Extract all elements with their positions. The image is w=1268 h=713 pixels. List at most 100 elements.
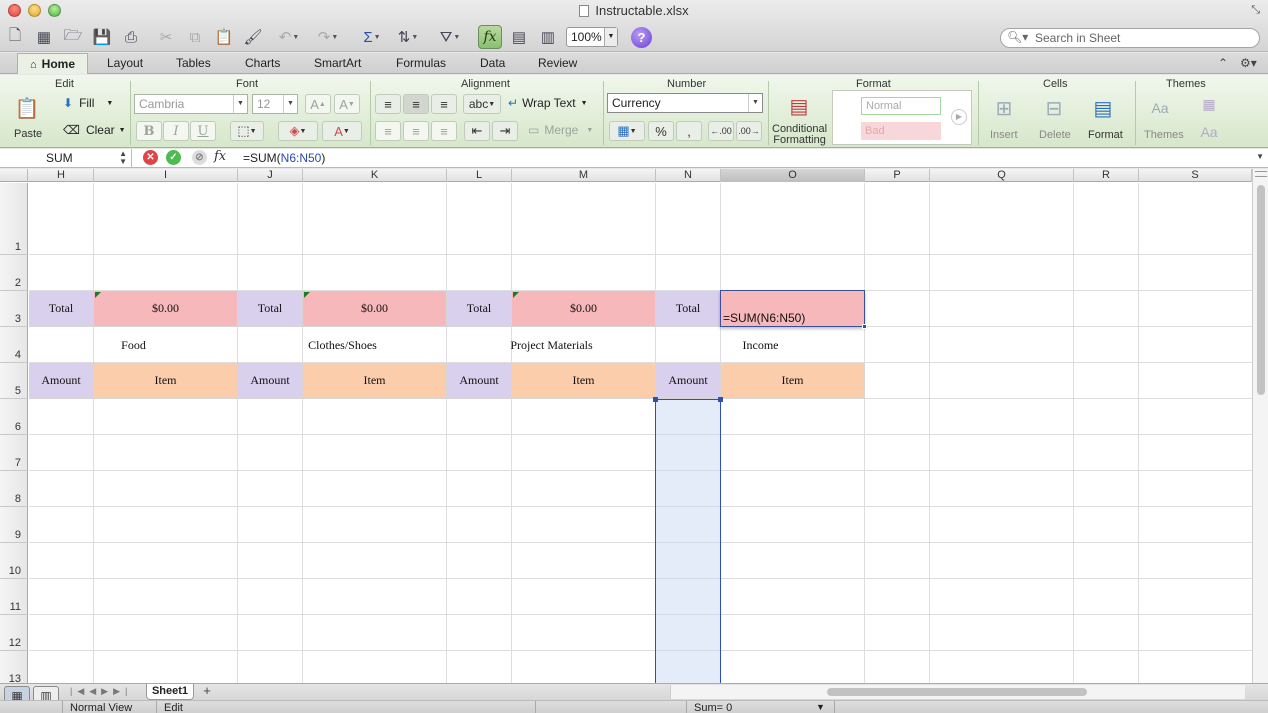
amount-header-income[interactable]: Amount — [656, 363, 721, 399]
row-header-11[interactable]: 11 — [0, 579, 28, 615]
total-value-project[interactable]: $0.00 — [512, 291, 656, 327]
increase-indent-icon[interactable]: ⇥ — [492, 121, 518, 141]
align-left-icon[interactable]: ≡ — [375, 121, 401, 141]
fill-button[interactable]: ⬇ Fill ▼ — [63, 96, 113, 110]
cell-styles-gallery[interactable]: Normal Bad ▶ — [832, 90, 972, 145]
item-header-clothes[interactable]: Item — [303, 363, 447, 399]
format-cells-icon[interactable]: ▤ — [1088, 95, 1118, 121]
tab-smartart[interactable]: SmartArt — [302, 53, 373, 74]
gallery-icon[interactable]: ▤ — [507, 26, 531, 48]
row-header-13[interactable]: 13 — [0, 651, 28, 683]
column-header-j[interactable]: J — [238, 169, 303, 182]
row-header-8[interactable]: 8 — [0, 471, 28, 507]
row-header-4[interactable]: 4 — [0, 327, 28, 363]
clear-button[interactable]: ⌫ Clear ▼ — [63, 123, 126, 137]
column-header-i[interactable]: I — [94, 169, 238, 182]
style-normal[interactable]: Normal — [861, 97, 941, 115]
category-income[interactable]: Income — [656, 327, 865, 363]
paste-icon[interactable]: 📋 — [212, 26, 236, 48]
chevron-down-icon[interactable]: ▼ — [816, 702, 825, 712]
expand-formula-icon[interactable]: ▼ — [1256, 152, 1264, 161]
horizontal-scrollbar[interactable] — [670, 685, 1245, 699]
row-header-10[interactable]: 10 — [0, 543, 28, 579]
font-color-icon[interactable]: A ▼ — [322, 121, 362, 141]
tab-tables[interactable]: Tables — [164, 53, 223, 74]
decrease-font-icon[interactable]: A ▼ — [334, 94, 360, 114]
font-family-select[interactable]: Cambria ▼ — [134, 94, 248, 114]
tab-formulas[interactable]: Formulas — [384, 53, 458, 74]
item-header-income[interactable]: Item — [721, 363, 865, 399]
paste-clipboard-icon[interactable]: 📋 — [12, 95, 42, 121]
decrease-decimal-icon[interactable]: .00→ — [736, 121, 762, 141]
fx-icon[interactable]: fx — [214, 149, 226, 164]
insert-cells-icon[interactable]: ⊞ — [989, 95, 1019, 121]
sort-icon[interactable]: ⇅ ▼ — [396, 26, 420, 48]
increase-font-icon[interactable]: A ▲ — [305, 94, 331, 114]
total-label-clothes[interactable]: Total — [238, 291, 303, 327]
item-header-food[interactable]: Item — [94, 363, 238, 399]
conditional-formatting-icon[interactable]: ▤ — [784, 93, 814, 119]
column-header-k[interactable]: K — [303, 169, 447, 182]
category-clothes-shoes[interactable]: Clothes/Shoes — [238, 327, 447, 363]
formula-input[interactable]: =SUM(N6:N50) — [243, 151, 325, 165]
undo-icon[interactable]: ↶ ▼ — [277, 26, 301, 48]
category-food[interactable]: Food — [29, 327, 238, 363]
merge-button[interactable]: ▭ Merge ▼ — [528, 123, 593, 137]
column-header-m[interactable]: M — [512, 169, 656, 182]
align-center-icon[interactable]: ≡ — [403, 121, 429, 141]
underline-button[interactable]: U — [190, 121, 216, 141]
column-header-n[interactable]: N — [656, 169, 721, 182]
vertical-scroll-thumb[interactable] — [1257, 185, 1265, 395]
category-project-materials[interactable]: Project Materials — [447, 327, 656, 363]
total-label-income[interactable]: Total — [656, 291, 721, 327]
name-box[interactable]: SUM ▲ ▼ — [0, 149, 132, 167]
row-header-7[interactable]: 7 — [0, 435, 28, 471]
orientation-button[interactable]: abc ▼ — [463, 94, 501, 114]
add-sheet-icon[interactable]: + — [199, 684, 215, 699]
total-label-project[interactable]: Total — [447, 291, 512, 327]
cancel-entry-icon[interactable]: ✕ — [143, 150, 158, 165]
next-styles-icon[interactable]: ▶ — [951, 109, 967, 125]
tab-home[interactable]: ⌂ Home — [17, 53, 88, 74]
gear-icon[interactable]: ⚙▾ — [1240, 56, 1257, 70]
copy-icon[interactable]: ⧉ — [183, 26, 207, 48]
zoom-select[interactable]: 100% ▼ — [566, 27, 618, 47]
fullscreen-icon[interactable]: ⤡ — [1251, 4, 1260, 17]
new-workbook-icon[interactable]: 🗋 — [3, 26, 27, 48]
vertical-scrollbar[interactable] — [1252, 169, 1268, 683]
italic-button[interactable]: I — [163, 121, 189, 141]
fill-handle[interactable] — [862, 324, 867, 329]
font-size-select[interactable]: 12 ▼ — [252, 94, 298, 114]
column-header-o[interactable]: O — [721, 169, 865, 182]
help-icon[interactable]: ? — [631, 27, 652, 48]
paste-button[interactable]: Paste — [14, 128, 42, 140]
row-header-12[interactable]: 12 — [0, 615, 28, 651]
row-header-3[interactable]: 3 — [0, 291, 28, 327]
format-button[interactable]: Format — [1088, 129, 1123, 141]
item-header-project[interactable]: Item — [512, 363, 656, 399]
style-bad[interactable]: Bad — [861, 122, 941, 140]
theme-fonts-icon[interactable]: Aa — [1194, 119, 1224, 145]
number-format-select[interactable]: Currency ▼ — [607, 93, 763, 113]
print-icon[interactable]: ⎙ — [119, 26, 143, 48]
borders-icon[interactable]: ⬚ ▼ — [230, 121, 264, 141]
column-header-h[interactable]: H — [29, 169, 94, 182]
autosum-icon[interactable]: Σ ▼ — [360, 26, 384, 48]
select-all-corner[interactable] — [0, 169, 28, 182]
row-header-1[interactable]: 1 — [0, 183, 28, 255]
active-cell-o3[interactable]: =SUM(N6:N50) — [720, 290, 867, 329]
search-input[interactable] — [1035, 30, 1255, 46]
stepper-icon[interactable]: ▲ ▼ — [119, 150, 127, 166]
open-folder-icon[interactable]: 🗁 — [61, 26, 85, 48]
column-header-s[interactable]: S — [1139, 169, 1252, 182]
row-header-5[interactable]: 5 — [0, 363, 28, 399]
amount-header-clothes[interactable]: Amount — [238, 363, 303, 399]
row-header-2[interactable]: 2 — [0, 255, 28, 291]
delete-cells-icon[interactable]: ⊟ — [1039, 95, 1069, 121]
cut-icon[interactable]: ✂ — [154, 26, 178, 48]
templates-icon[interactable]: ▦ — [32, 26, 56, 48]
total-value-food[interactable]: $0.00 — [94, 291, 238, 327]
tab-layout[interactable]: Layout — [95, 53, 155, 74]
sheet-navigation-arrows[interactable]: |◀◀▶▶| — [70, 686, 132, 697]
toolbox-icon[interactable]: ▥ — [536, 26, 560, 48]
